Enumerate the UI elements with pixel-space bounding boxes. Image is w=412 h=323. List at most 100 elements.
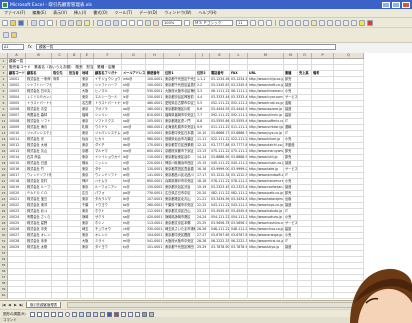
table-cell[interactable]: 03-7878-9091 bbox=[230, 245, 248, 251]
cell[interactable] bbox=[196, 293, 210, 299]
decrease-indent-icon[interactable] bbox=[335, 19, 341, 26]
picture-icon[interactable] bbox=[92, 311, 98, 317]
cell[interactable] bbox=[284, 293, 298, 299]
zoom-select[interactable]: 100% bbox=[162, 19, 182, 26]
menu-item[interactable]: ヘルプ(H) bbox=[198, 10, 216, 16]
sort-desc-icon[interactable] bbox=[137, 19, 143, 26]
maximize-button[interactable] bbox=[392, 1, 400, 8]
dash-style-icon[interactable] bbox=[127, 311, 133, 317]
menu-item[interactable]: ウィンドウ(W) bbox=[164, 10, 191, 16]
line-style-icon[interactable] bbox=[120, 311, 126, 317]
table-cell[interactable]: 29-29 bbox=[196, 245, 210, 251]
oval-icon[interactable] bbox=[64, 311, 70, 317]
last-sheet-icon[interactable]: ▶| bbox=[19, 303, 24, 308]
align-left-icon[interactable] bbox=[279, 19, 285, 26]
menu-item[interactable]: ツール(T) bbox=[115, 10, 133, 16]
line-color-icon[interactable] bbox=[106, 311, 112, 317]
merge-center-icon[interactable] bbox=[303, 19, 309, 26]
toolbar-grip-icon[interactable] bbox=[3, 32, 9, 38]
menu-item[interactable]: データ(D) bbox=[139, 10, 157, 16]
rectangle-icon[interactable] bbox=[57, 311, 63, 317]
line-icon[interactable] bbox=[43, 311, 49, 317]
copy-icon[interactable] bbox=[68, 19, 74, 26]
cell[interactable] bbox=[312, 293, 334, 299]
currency-icon[interactable] bbox=[311, 19, 317, 26]
autosum-icon[interactable] bbox=[121, 19, 127, 26]
cell[interactable] bbox=[68, 293, 81, 299]
row-header[interactable]: 40 bbox=[0, 293, 8, 299]
table-cell[interactable]: 東京 bbox=[81, 245, 94, 251]
arrow-icon[interactable] bbox=[50, 311, 56, 317]
fill-color-icon[interactable] bbox=[359, 19, 365, 26]
table-cell[interactable]: 商事 bbox=[52, 77, 68, 83]
cell[interactable] bbox=[298, 293, 312, 299]
menu-item[interactable]: 挿入(I) bbox=[74, 10, 86, 16]
sort-asc-icon[interactable] bbox=[129, 19, 135, 26]
textbox-icon[interactable] bbox=[71, 311, 77, 317]
first-sheet-icon[interactable]: |◀ bbox=[1, 303, 6, 308]
underline-icon[interactable] bbox=[266, 19, 272, 26]
menu-item[interactable]: ファイル(F) bbox=[4, 10, 25, 16]
bold-icon[interactable] bbox=[250, 19, 256, 26]
cell[interactable] bbox=[146, 293, 164, 299]
table-header-cell[interactable]: 担当者 bbox=[68, 71, 81, 77]
menu-item[interactable]: 書式(O) bbox=[93, 10, 107, 16]
sheet-tab[interactable]: 取引先顧客管理表 bbox=[26, 302, 62, 308]
wordart-icon[interactable] bbox=[78, 311, 84, 317]
table-cell[interactable]: http://www.taiyo.jp bbox=[248, 245, 284, 251]
draw-fill-color-icon[interactable] bbox=[99, 311, 105, 317]
format-painter-icon[interactable] bbox=[84, 19, 90, 26]
increase-indent-icon[interactable] bbox=[343, 19, 349, 26]
prev-sheet-icon[interactable]: ◀ bbox=[7, 303, 12, 308]
table-cell[interactable]: 東京都千代田区神田 bbox=[164, 245, 196, 251]
font-select[interactable]: ＭＳ Ｐゴシック bbox=[193, 19, 233, 26]
cell[interactable] bbox=[26, 293, 52, 299]
align-center-icon[interactable] bbox=[287, 19, 293, 26]
cell[interactable] bbox=[94, 293, 122, 299]
menu-item[interactable]: 表示(V) bbox=[53, 10, 67, 16]
print-preview-icon[interactable] bbox=[39, 19, 45, 26]
table-cell[interactable]: タイヨウ bbox=[94, 245, 122, 251]
autoshapes-icon[interactable] bbox=[36, 311, 42, 317]
undo-icon[interactable] bbox=[97, 19, 103, 26]
chart-wizard-icon[interactable] bbox=[145, 19, 151, 26]
table-header-cell[interactable]: 備考 bbox=[312, 71, 334, 77]
spellcheck-icon[interactable] bbox=[47, 19, 53, 26]
draw-menu-label[interactable]: 図形の調整(R) bbox=[3, 312, 26, 317]
new-icon[interactable] bbox=[2, 19, 8, 26]
percent-icon[interactable] bbox=[319, 19, 325, 26]
font-size-select[interactable]: 11 bbox=[236, 19, 248, 26]
next-sheet-icon[interactable]: ▶ bbox=[13, 303, 18, 308]
formula-bar-input[interactable]: 顧客一覧 bbox=[36, 44, 336, 50]
align-right-icon[interactable] bbox=[295, 19, 301, 26]
extra-tool-icon[interactable] bbox=[11, 32, 17, 38]
cell[interactable] bbox=[122, 293, 146, 299]
table-cell[interactable]: 10029 bbox=[8, 245, 26, 251]
table-cell[interactable]: 株式会社 太陽 bbox=[26, 245, 52, 251]
table-cell[interactable]: 03-7878-9090 bbox=[210, 245, 230, 251]
print-icon[interactable] bbox=[31, 19, 37, 26]
paste-icon[interactable] bbox=[76, 19, 82, 26]
drawing-icon[interactable] bbox=[153, 19, 159, 26]
cell[interactable] bbox=[8, 293, 26, 299]
open-folder-icon[interactable] bbox=[10, 19, 16, 26]
cell[interactable] bbox=[81, 293, 94, 299]
shadow-icon[interactable] bbox=[141, 311, 147, 317]
cell[interactable] bbox=[248, 293, 284, 299]
help-icon[interactable] bbox=[184, 19, 190, 26]
redo-icon[interactable] bbox=[105, 19, 111, 26]
clipart-icon[interactable] bbox=[85, 311, 91, 317]
table-cell[interactable]: 101-0001 bbox=[146, 245, 164, 251]
comma-icon[interactable] bbox=[327, 19, 333, 26]
font-color-icon[interactable] bbox=[367, 19, 373, 26]
cell[interactable] bbox=[164, 293, 196, 299]
cell[interactable] bbox=[210, 293, 230, 299]
menu-item[interactable]: 編集(E) bbox=[32, 10, 46, 16]
arrow-style-icon[interactable] bbox=[134, 311, 140, 317]
cell[interactable] bbox=[52, 293, 68, 299]
hyperlink-icon[interactable] bbox=[113, 19, 119, 26]
draw-font-color-icon[interactable] bbox=[113, 311, 119, 317]
table-cell[interactable]: ty@ bbox=[122, 245, 146, 251]
minimize-button[interactable] bbox=[382, 1, 390, 8]
italic-icon[interactable] bbox=[258, 19, 264, 26]
